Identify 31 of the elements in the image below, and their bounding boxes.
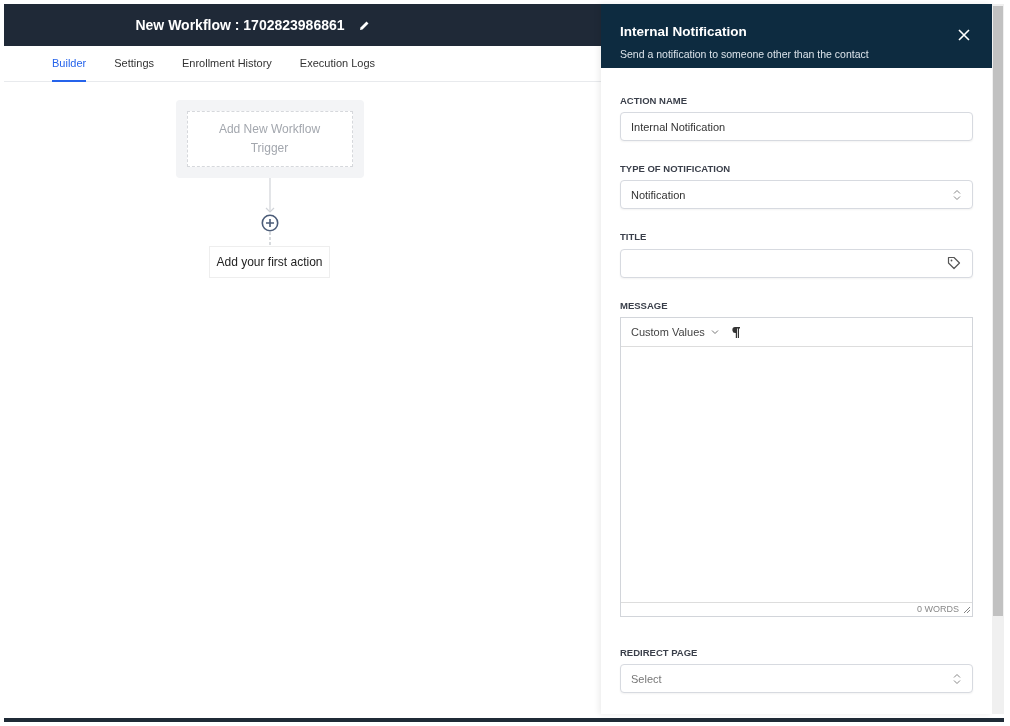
panel-title: Internal Notification <box>620 23 748 41</box>
select-field[interactable]: Select <box>620 664 973 693</box>
add-circle-icon[interactable] <box>260 214 279 232</box>
tab[interactable]: Settings <box>114 46 154 82</box>
add-action-button[interactable]: Add your first action <box>209 246 330 278</box>
tab[interactable]: Execution Logs <box>299 46 376 82</box>
scrollbar[interactable] <box>992 4 1004 714</box>
field-label: MESSAGE <box>620 298 669 313</box>
tab[interactable]: Enrollment History <box>182 46 272 82</box>
custom-values-dropdown[interactable]: Custom Values <box>631 323 719 340</box>
edit-pencil-icon[interactable] <box>358 19 370 31</box>
word-count: 0 WORDS <box>917 602 959 616</box>
tab[interactable]: Builder <box>52 46 87 82</box>
sort-chevrons-icon <box>953 188 961 201</box>
field-label: TYPE OF NOTIFICATION <box>620 162 732 176</box>
workflow-title: New Workflow : 1702823986861 <box>135 15 345 35</box>
select-field[interactable]: Notification <box>620 180 973 210</box>
field-label: ACTION NAME <box>620 93 689 108</box>
dashed-connector <box>268 232 271 246</box>
resize-handle-icon[interactable] <box>963 605 970 613</box>
paragraph-icon[interactable] <box>730 325 740 338</box>
panel-subtitle: Send a notification to someone other than the contact <box>620 47 869 63</box>
input-field[interactable] <box>620 248 973 278</box>
close-button[interactable] <box>956 26 972 42</box>
connector-arrow <box>263 178 276 214</box>
sort-chevrons-icon <box>953 672 961 685</box>
field-label: TITLE <box>620 230 648 245</box>
input-field[interactable]: Internal Notification <box>620 112 973 141</box>
field-label: REDIRECT PAGE <box>620 645 699 660</box>
chevron-down-icon <box>710 328 719 335</box>
tag-icon[interactable] <box>947 256 961 270</box>
